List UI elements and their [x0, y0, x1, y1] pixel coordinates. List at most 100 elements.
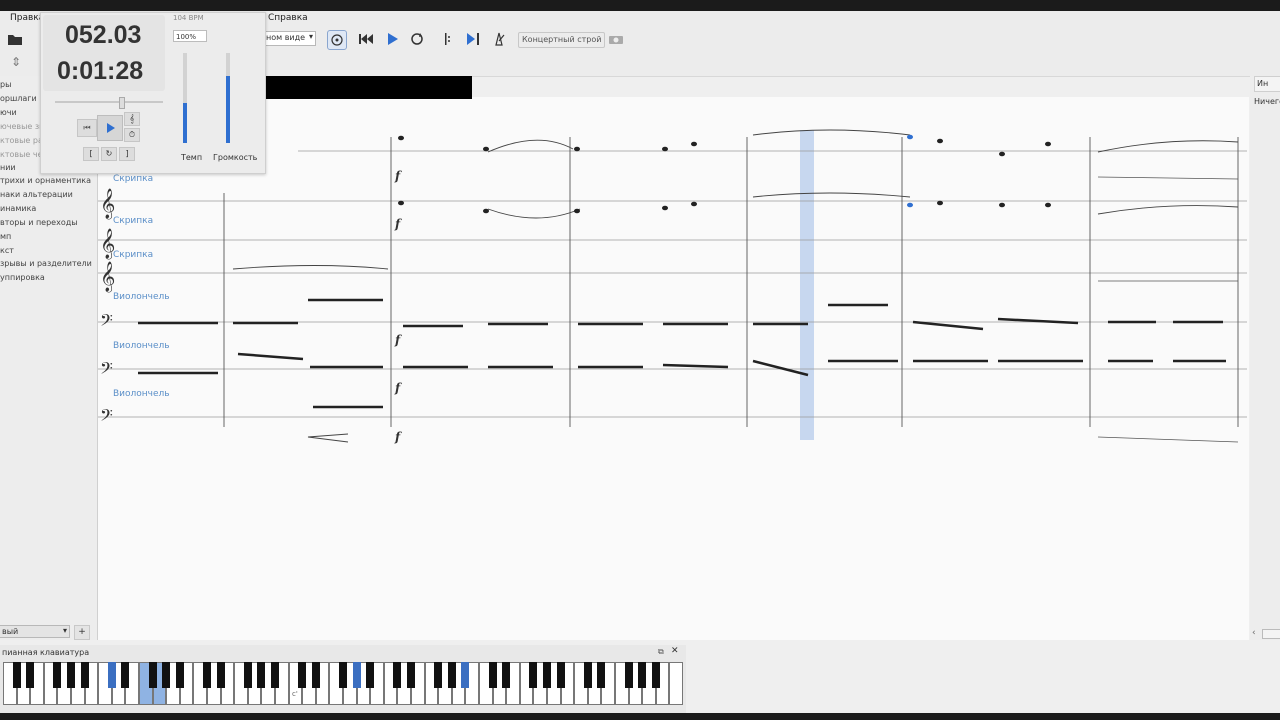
palette-item[interactable]: инамика	[0, 204, 36, 213]
piano-black-key[interactable]	[543, 662, 551, 688]
piano-black-key[interactable]	[583, 662, 592, 688]
count-in-button[interactable]: 𝄞	[124, 112, 140, 126]
piano-black-key[interactable]	[80, 662, 89, 688]
piano-black-key[interactable]	[271, 662, 279, 688]
add-palette-button[interactable]: +	[74, 625, 90, 640]
piano-black-key[interactable]	[638, 662, 647, 688]
position-slider[interactable]	[55, 97, 163, 109]
float-panel-icon[interactable]: ⧉	[658, 647, 664, 657]
rewind-button[interactable]: ⏮	[77, 119, 97, 137]
piano-black-key[interactable]	[298, 662, 307, 688]
loop-button[interactable]: ↻	[101, 147, 117, 161]
concert-pitch-button[interactable]: Концертный строй	[518, 32, 606, 48]
palette-item[interactable]: ры	[0, 80, 11, 89]
loop-in-button[interactable]: [	[83, 147, 99, 161]
piano-black-key[interactable]	[651, 662, 660, 688]
piano-black-key[interactable]	[352, 662, 361, 688]
metronome-icon[interactable]	[490, 30, 508, 48]
piano-black-key[interactable]	[107, 662, 116, 688]
view-mode-select[interactable]: ном виде ▾	[262, 31, 316, 46]
scroll-left-icon[interactable]: ‹	[1252, 628, 1256, 638]
loop-in-icon[interactable]	[437, 30, 455, 48]
loop-icon[interactable]	[408, 30, 426, 48]
tab-inspector[interactable]: Ин	[1254, 76, 1280, 92]
piano-black-key[interactable]	[26, 662, 35, 688]
piano-black-key[interactable]	[488, 662, 497, 688]
treble-clef-icon: 𝄞	[100, 261, 115, 293]
palette-item[interactable]: ктовые че	[0, 150, 43, 159]
piano-black-key[interactable]	[148, 662, 157, 688]
palette-item[interactable]: мп	[0, 232, 11, 241]
menu-help[interactable]: Справка	[268, 13, 308, 23]
piano-black-key[interactable]	[461, 662, 470, 688]
play-icon[interactable]	[383, 30, 401, 48]
swap-arrows-icon[interactable]: ⇕	[11, 55, 21, 69]
palette-item[interactable]: уппировка	[0, 273, 45, 282]
piano-black-key[interactable]	[243, 662, 252, 688]
piano-keys[interactable]	[3, 662, 683, 705]
piano-black-key[interactable]	[434, 662, 443, 688]
measure-beat-readout: 052.03	[65, 21, 142, 49]
metronome-circle-icon[interactable]	[327, 30, 347, 50]
dynamic-marking: f	[395, 169, 401, 183]
tempo-slider[interactable]	[183, 53, 187, 143]
piano-black-key[interactable]	[162, 662, 171, 688]
piano-black-key[interactable]	[175, 662, 184, 688]
redacted-area	[262, 76, 472, 99]
piano-black-key[interactable]	[597, 662, 606, 688]
volume-slider[interactable]	[226, 53, 230, 143]
piano-white-key[interactable]	[669, 662, 683, 705]
palette-item[interactable]: нии	[0, 163, 16, 172]
window-bottom-bar	[0, 713, 1280, 720]
piano-black-key[interactable]	[393, 662, 402, 688]
horizontal-scrollbar[interactable]	[1262, 629, 1280, 639]
bpm-label: 104 BPM	[173, 14, 204, 22]
workspace-select[interactable]: вый ▾	[0, 625, 70, 638]
piano-black-key[interactable]	[311, 662, 320, 688]
bass-clef-icon: 𝄢	[100, 405, 113, 429]
piano-black-key[interactable]	[624, 662, 633, 688]
palette-item[interactable]: оршлаги	[0, 94, 37, 103]
time-readout: 0:01:28	[57, 57, 144, 85]
piano-black-key[interactable]	[121, 662, 130, 688]
piano-black-key[interactable]	[257, 662, 266, 688]
tempo-percent-field[interactable]: 100%	[173, 30, 207, 42]
volume-label: Громкость	[213, 153, 258, 162]
open-folder-icon[interactable]	[6, 30, 24, 48]
palette-item[interactable]: трихи и орнаментика	[0, 176, 91, 185]
inspector-panel: Ин Ничего ‹	[1250, 76, 1280, 640]
piano-black-key[interactable]	[529, 662, 538, 688]
dynamic-marking: f	[395, 430, 401, 444]
position-slider-handle[interactable]	[119, 97, 125, 109]
piano-black-key[interactable]	[67, 662, 75, 688]
piano-black-key[interactable]	[556, 662, 565, 688]
palette-item[interactable]: кст	[0, 246, 14, 255]
play-button[interactable]	[97, 115, 123, 141]
palette-item[interactable]: наки альтерации	[0, 190, 73, 199]
piano-black-key[interactable]	[407, 662, 415, 688]
loop-out-button[interactable]: ]	[119, 147, 135, 161]
piano-black-key[interactable]	[502, 662, 511, 688]
metronome-button[interactable]: ⏱	[124, 128, 140, 142]
palette-item[interactable]: зрывы и разделители	[0, 259, 92, 268]
palette-item[interactable]: ктовые ра	[0, 136, 43, 145]
palette-item[interactable]: ючевые зн	[0, 122, 44, 131]
piano-black-key[interactable]	[216, 662, 225, 688]
chevron-down-icon: ▾	[308, 32, 313, 41]
piano-black-key[interactable]	[203, 662, 211, 688]
rewind-icon[interactable]	[357, 30, 375, 48]
piano-black-key[interactable]	[12, 662, 21, 688]
piano-black-key[interactable]	[339, 662, 347, 688]
palette-item[interactable]: вторы и переходы	[0, 218, 78, 227]
piano-black-key[interactable]	[53, 662, 62, 688]
close-icon[interactable]: ✕	[671, 646, 679, 656]
tempo-label: Темп	[181, 153, 203, 162]
dynamic-marking: f	[395, 381, 401, 395]
score-staves: 𝄞 𝄞 𝄞 𝄢 𝄢 𝄢	[98, 129, 1247, 443]
palette-item[interactable]: ючи	[0, 108, 17, 117]
loop-end-icon[interactable]	[464, 30, 482, 48]
piano-black-key[interactable]	[447, 662, 456, 688]
camera-icon[interactable]	[607, 30, 625, 48]
piano-black-key[interactable]	[366, 662, 375, 688]
score-view[interactable]: 𝄞 𝄞 𝄞 𝄢 𝄢 𝄢 Скрипка Скрипка Скрипка Виол…	[98, 97, 1249, 640]
